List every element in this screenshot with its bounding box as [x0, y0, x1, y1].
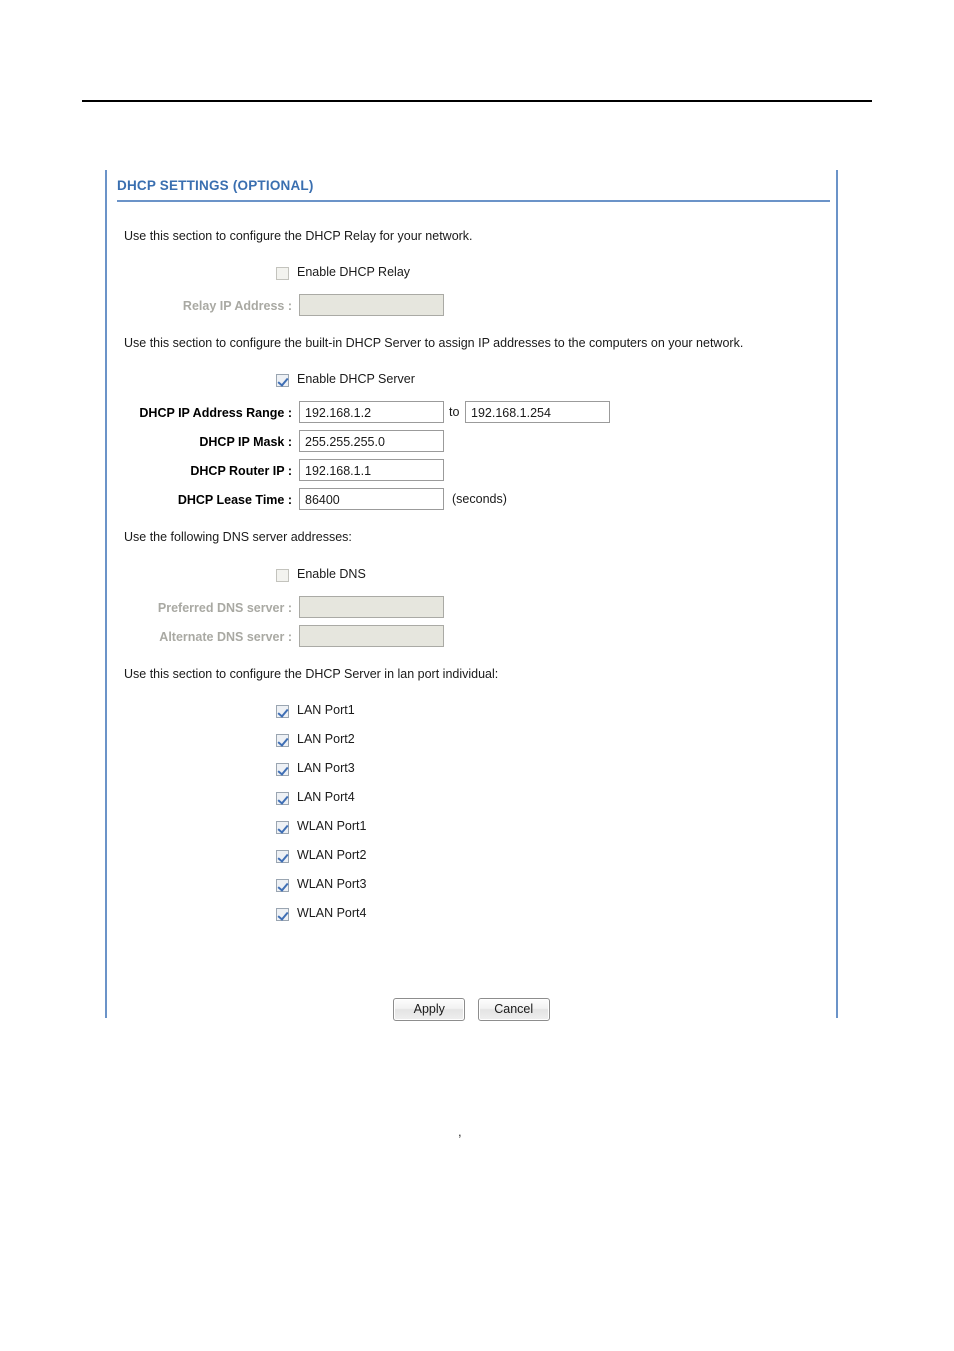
- page-artifact-mark: ,: [458, 1124, 462, 1139]
- enable-dhcp-relay-checkbox[interactable]: [276, 267, 289, 280]
- alternate-dns-label: Alternate DNS server :: [159, 630, 292, 644]
- port-checkbox-row[interactable]: WLAN Port4: [107, 905, 836, 934]
- dhcp-settings-panel: DHCP SETTINGS (OPTIONAL) Use this sectio…: [105, 170, 838, 1021]
- port-checkbox-row[interactable]: LAN Port1: [107, 702, 836, 731]
- dns-section-description: Use the following DNS server addresses:: [124, 530, 352, 544]
- enable-dhcp-relay-label: Enable DHCP Relay: [297, 265, 411, 279]
- enable-dns-checkbox[interactable]: [276, 569, 289, 582]
- dhcp-router-ip-label: DHCP Router IP :: [190, 464, 292, 478]
- cancel-button[interactable]: Cancel: [477, 998, 550, 1021]
- enable-dhcp-server-checkbox[interactable]: [276, 374, 289, 387]
- alternate-dns-input[interactable]: [299, 625, 444, 647]
- dhcp-ip-mask-input[interactable]: 255.255.255.0: [299, 430, 444, 452]
- title-underline: [117, 200, 830, 202]
- port-checkbox-label: LAN Port2: [297, 732, 355, 746]
- port-checkbox-label: LAN Port4: [297, 790, 355, 804]
- preferred-dns-row: Preferred DNS server :: [107, 596, 836, 625]
- enable-dns-label: Enable DNS: [297, 567, 366, 581]
- port-checkbox-row[interactable]: WLAN Port3: [107, 876, 836, 905]
- port-checkbox[interactable]: [276, 879, 289, 892]
- port-checkbox-label: WLAN Port3: [297, 877, 367, 891]
- enable-dhcp-server-label: Enable DHCP Server: [297, 372, 415, 386]
- dhcp-lease-time-row: DHCP Lease Time : 86400 (seconds): [107, 488, 836, 517]
- page-title: DHCP SETTINGS (OPTIONAL): [117, 178, 314, 193]
- ports-checkbox-list: LAN Port1 LAN Port2 LAN Port3 LAN Port4 WLAN…: [107, 702, 836, 934]
- server-section-description: Use this section to configure the built-…: [124, 336, 744, 350]
- preferred-dns-input[interactable]: [299, 596, 444, 618]
- dhcp-lease-time-unit: (seconds): [452, 492, 507, 506]
- port-checkbox[interactable]: [276, 821, 289, 834]
- port-checkbox-label: WLAN Port4: [297, 906, 367, 920]
- relay-ip-label: Relay IP Address :: [182, 299, 292, 313]
- dhcp-ip-range-start-input[interactable]: 192.168.1.2: [299, 401, 444, 423]
- page-header-rule: [82, 100, 872, 102]
- preferred-dns-label: Preferred DNS server :: [157, 601, 292, 615]
- port-checkbox[interactable]: [276, 908, 289, 921]
- port-checkbox[interactable]: [276, 734, 289, 747]
- port-checkbox-row[interactable]: LAN Port2: [107, 731, 836, 760]
- port-checkbox[interactable]: [276, 763, 289, 776]
- dhcp-ip-mask-label: DHCP IP Mask :: [199, 435, 292, 449]
- port-checkbox-label: WLAN Port2: [297, 848, 367, 862]
- alternate-dns-row: Alternate DNS server :: [107, 625, 836, 654]
- dhcp-ip-mask-row: DHCP IP Mask : 255.255.255.0: [107, 430, 836, 459]
- dhcp-ip-range-label: DHCP IP Address Range :: [139, 406, 292, 420]
- apply-button[interactable]: Apply: [393, 998, 466, 1021]
- dhcp-lease-time-input[interactable]: 86400: [299, 488, 444, 510]
- dhcp-lease-time-label: DHCP Lease Time :: [177, 493, 292, 507]
- port-checkbox[interactable]: [276, 792, 289, 805]
- port-checkbox[interactable]: [276, 705, 289, 718]
- port-checkbox-row[interactable]: WLAN Port2: [107, 847, 836, 876]
- ports-section-description: Use this section to configure the DHCP S…: [124, 667, 499, 681]
- panel-body: Use this section to configure the DHCP R…: [107, 208, 836, 1021]
- dhcp-router-ip-input[interactable]: 192.168.1.1: [299, 459, 444, 481]
- relay-section-description: Use this section to configure the DHCP R…: [124, 229, 473, 243]
- relay-ip-input[interactable]: [299, 294, 444, 316]
- port-checkbox-row[interactable]: LAN Port3: [107, 760, 836, 789]
- port-checkbox[interactable]: [276, 850, 289, 863]
- enable-dhcp-server-row[interactable]: Enable DHCP Server: [107, 371, 836, 400]
- dhcp-ip-range-separator: to: [449, 405, 460, 419]
- form-actions: Apply Cancel: [107, 998, 836, 1021]
- port-checkbox-row[interactable]: LAN Port4: [107, 789, 836, 818]
- enable-dns-row[interactable]: Enable DNS: [107, 566, 836, 595]
- dhcp-ip-range-end-input[interactable]: 192.168.1.254: [465, 401, 610, 423]
- dhcp-router-ip-row: DHCP Router IP : 192.168.1.1: [107, 459, 836, 488]
- relay-ip-row: Relay IP Address :: [107, 294, 836, 323]
- port-checkbox-row[interactable]: WLAN Port1: [107, 818, 836, 847]
- dhcp-ip-range-row: DHCP IP Address Range : 192.168.1.2 to 1…: [107, 401, 836, 430]
- port-checkbox-label: LAN Port1: [297, 703, 355, 717]
- port-checkbox-label: LAN Port3: [297, 761, 355, 775]
- port-checkbox-label: WLAN Port1: [297, 819, 367, 833]
- enable-dhcp-relay-row[interactable]: Enable DHCP Relay: [107, 264, 836, 293]
